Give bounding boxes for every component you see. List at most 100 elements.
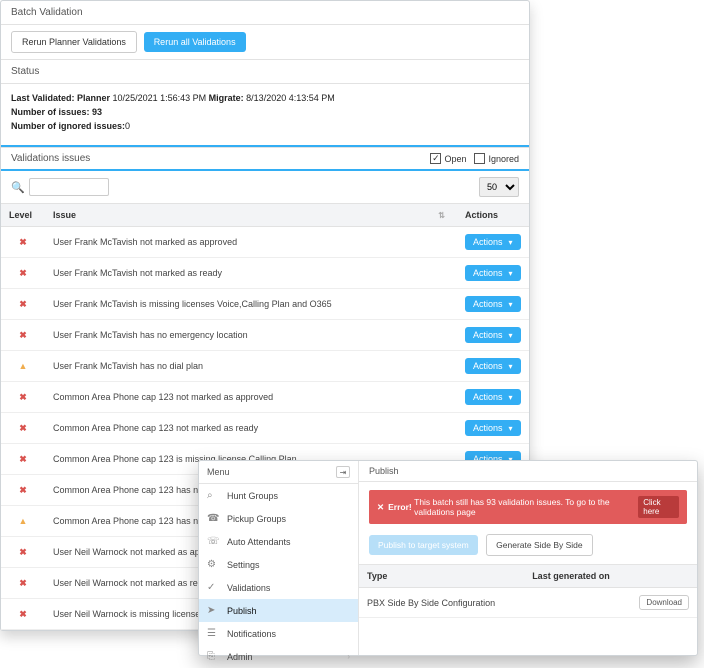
actions-dropdown-button[interactable]: Actions▾ (465, 327, 521, 343)
menu-item-publish[interactable]: ➤Publish (199, 599, 358, 622)
rerun-planner-button[interactable]: Rerun Planner Validations (11, 31, 137, 53)
level-error-icon: ✖ (1, 258, 45, 289)
validations-issues-heading: Validations issues (11, 153, 422, 164)
chevron-down-icon: ▾ (509, 300, 513, 309)
search-row: 🔍 50 (1, 171, 529, 204)
table-row: ✖User Frank McTavish not marked as appro… (1, 227, 529, 258)
error-x-icon: ✕ (377, 502, 384, 513)
chevron-down-icon: ▾ (509, 362, 513, 371)
issue-text: User Frank McTavish has no emergency loc… (45, 320, 457, 351)
click-here-button[interactable]: Click here (638, 496, 679, 518)
publish-row-type: PBX Side By Side Configuration (359, 588, 524, 618)
panel-title: Batch Validation (1, 1, 529, 25)
checkbox-checked-icon: ✓ (430, 153, 441, 164)
menu-item-notifications[interactable]: ☰Notifications (199, 622, 358, 645)
level-error-icon: ✖ (1, 475, 45, 506)
status-box: Last Validated: Planner 10/25/2021 1:56:… (1, 84, 529, 147)
checkbox-unchecked-icon (474, 153, 485, 164)
publish-column: Publish ✕ Error! This batch still has 93… (359, 461, 697, 655)
publish-row: PBX Side By Side Configuration Download (359, 588, 697, 618)
level-error-icon: ✖ (1, 227, 45, 258)
col-type: Type (359, 565, 524, 588)
rerun-all-button[interactable]: Rerun all Validations (144, 32, 246, 52)
col-issue[interactable]: Issue⇅ (45, 204, 457, 227)
chevron-down-icon: ▾ (509, 393, 513, 402)
chevron-down-icon: ▾ (509, 331, 513, 340)
table-row: ✖Common Area Phone cap 123 not marked as… (1, 382, 529, 413)
collapse-menu-button[interactable]: ⇥ (336, 466, 350, 478)
num-issues-value: 93 (92, 107, 102, 117)
menu-item-auto-attendants[interactable]: ☏Auto Attendants (199, 530, 358, 553)
level-error-icon: ✖ (1, 320, 45, 351)
status-heading: Status (1, 60, 529, 84)
error-alert: ✕ Error! This batch still has 93 validat… (369, 490, 687, 524)
rerun-button-row: Rerun Planner Validations Rerun all Vali… (1, 25, 529, 60)
actions-dropdown-button[interactable]: Actions▾ (465, 234, 521, 250)
table-row: ✖User Frank McTavish has no emergency lo… (1, 320, 529, 351)
num-issues-label: Number of issues: (11, 107, 90, 117)
search-icon: 🔍 (11, 181, 25, 194)
actions-dropdown-button[interactable]: Actions▾ (465, 389, 521, 405)
chevron-down-icon: ▾ (509, 238, 513, 247)
issue-text: User Frank McTavish not marked as approv… (45, 227, 457, 258)
menu-icon: ⚙ (207, 559, 221, 570)
col-level[interactable]: Level (1, 204, 45, 227)
download-button[interactable]: Download (639, 595, 689, 610)
actions-dropdown-button[interactable]: Actions▾ (465, 296, 521, 312)
table-row: ✖User Frank McTavish not marked as ready… (1, 258, 529, 289)
migrate-value: 8/13/2020 4:13:54 PM (246, 93, 335, 103)
menu-icon: ⌕ (207, 490, 221, 501)
menu-header: Menu ⇥ (199, 461, 358, 484)
last-validated-label: Last Validated: Planner (11, 93, 110, 103)
issue-text: User Frank McTavish has no dial plan (45, 351, 457, 382)
ignored-checkbox[interactable]: Ignored (474, 153, 519, 164)
page-size-select[interactable]: 50 (479, 177, 519, 197)
menu-icon: ☰ (207, 628, 221, 639)
level-error-icon: ✖ (1, 444, 45, 475)
issue-text: User Frank McTavish not marked as ready (45, 258, 457, 289)
level-error-icon: ✖ (1, 599, 45, 630)
search-input[interactable] (29, 178, 109, 196)
menu-sidebar: Menu ⇥ ⌕Hunt Groups☎Pickup Groups☏Auto A… (199, 461, 359, 655)
issue-text: Common Area Phone cap 123 not marked as … (45, 382, 457, 413)
table-row: ✖User Frank McTavish is missing licenses… (1, 289, 529, 320)
menu-icon: ☏ (207, 536, 221, 547)
num-ignored-label: Number of ignored issues: (11, 121, 125, 131)
level-error-icon: ✖ (1, 413, 45, 444)
table-row: ✖Common Area Phone cap 123 not marked as… (1, 413, 529, 444)
publish-buttons: Publish to target system Generate Side B… (359, 532, 697, 564)
filter-row: Validations issues ✓Open Ignored (1, 147, 529, 171)
level-error-icon: ✖ (1, 568, 45, 599)
menu-item-pickup-groups[interactable]: ☎Pickup Groups (199, 507, 358, 530)
actions-dropdown-button[interactable]: Actions▾ (465, 358, 521, 374)
level-warning-icon: ▲ (1, 351, 45, 382)
menu-item-admin[interactable]: ⎘Admin› (199, 645, 358, 668)
open-checkbox[interactable]: ✓Open (430, 153, 466, 164)
menu-icon: ✓ (207, 582, 221, 593)
error-label: Error! (388, 502, 412, 512)
col-last-generated: Last generated on (524, 565, 631, 588)
chevron-down-icon: ▾ (509, 269, 513, 278)
actions-dropdown-button[interactable]: Actions▾ (465, 265, 521, 281)
generate-side-by-side-button[interactable]: Generate Side By Side (486, 534, 592, 556)
menu-item-validations[interactable]: ✓Validations (199, 576, 358, 599)
issue-text: User Frank McTavish is missing licenses … (45, 289, 457, 320)
level-error-icon: ✖ (1, 382, 45, 413)
migrate-label: Migrate: (209, 93, 244, 103)
menu-icon: ☎ (207, 513, 221, 524)
menu-icon: ➤ (207, 605, 221, 616)
publish-panel: Menu ⇥ ⌕Hunt Groups☎Pickup Groups☏Auto A… (198, 460, 698, 656)
level-error-icon: ✖ (1, 537, 45, 568)
num-ignored-value: 0 (125, 121, 130, 131)
publish-to-target-button[interactable]: Publish to target system (369, 535, 478, 555)
menu-item-settings[interactable]: ⚙Settings (199, 553, 358, 576)
menu-item-hunt-groups[interactable]: ⌕Hunt Groups (199, 484, 358, 507)
publish-heading: Publish (359, 461, 697, 482)
menu-icon: ⎘ (207, 651, 221, 662)
actions-dropdown-button[interactable]: Actions▾ (465, 420, 521, 436)
level-warning-icon: ▲ (1, 506, 45, 537)
error-text: This batch still has 93 validation issue… (414, 497, 638, 517)
issue-text: Common Area Phone cap 123 not marked as … (45, 413, 457, 444)
publish-table: Type Last generated on PBX Side By Side … (359, 564, 697, 618)
col-actions: Actions (457, 204, 529, 227)
